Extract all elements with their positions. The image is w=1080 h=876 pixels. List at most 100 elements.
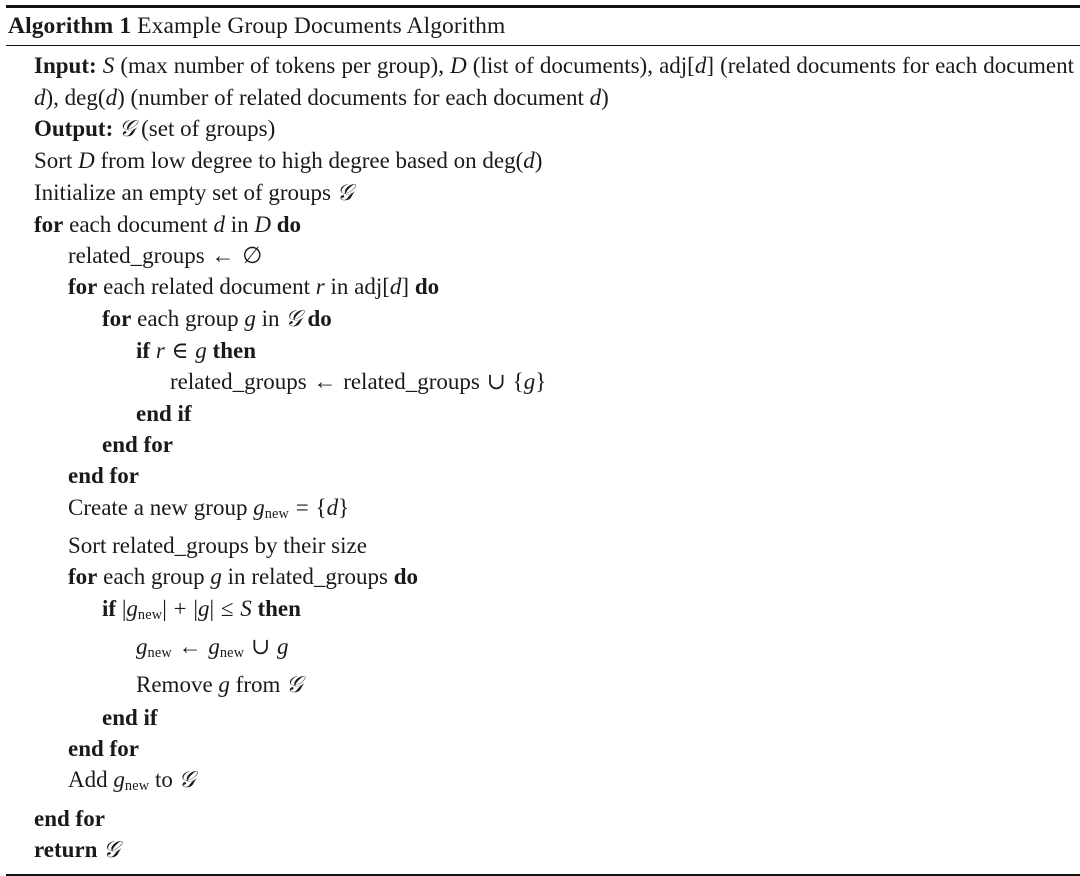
for-doc-text: each document: [69, 211, 208, 237]
in-word-2: in: [330, 274, 349, 300]
var-D-sort: D: [78, 148, 95, 174]
input-label: Input:: [34, 53, 97, 79]
kw-end-if-1: end if: [136, 400, 192, 426]
line-end-if-1: end if: [136, 398, 1076, 429]
kw-end-for-1: end for: [102, 431, 173, 457]
kw-for-2: for: [68, 274, 98, 300]
to-word: to: [154, 767, 173, 793]
ident-deg-2: deg: [482, 148, 516, 174]
ident-related-groups-4: related_groups: [251, 564, 388, 590]
line-sort-d: Sort D from low degree to high degree ba…: [34, 148, 543, 174]
var-G-return: 𝒢: [103, 837, 120, 864]
sym-in: ∈: [171, 338, 189, 364]
line-end-for-related-groups: end for: [68, 733, 1076, 764]
sub-new-3: new: [147, 645, 172, 662]
ident-related-groups-1: related_groups: [68, 243, 205, 269]
line-if-size-leq-S: if |gnew| + |g| ≤ S then: [102, 595, 301, 623]
kw-then-2: then: [257, 595, 301, 621]
sym-leq: ≤: [220, 595, 234, 621]
ident-adj: adj: [659, 53, 688, 79]
algorithm-body: Input: S (max number of tokens per group…: [4, 46, 1076, 870]
var-d-deg: d: [105, 84, 118, 110]
add-text: Add: [68, 767, 108, 793]
sym-emptyset: ∅: [242, 243, 263, 269]
line-add-gnew: Add gnew to 𝒢: [68, 764, 1076, 802]
sym-gets-2: ←: [313, 369, 337, 395]
line-create-new-group: Create a new group gnew = {d}: [68, 494, 350, 522]
line-output: Output: 𝒢 (set of groups): [34, 113, 1076, 145]
output-label: Output:: [34, 115, 114, 141]
kw-for-4: for: [68, 564, 98, 590]
var-g-loop-2: g: [210, 564, 222, 590]
in-word-1: in: [230, 211, 249, 237]
line-end-for-group: end for: [102, 429, 1076, 460]
sub-new-2: new: [137, 606, 163, 623]
var-g-new-3: g: [136, 633, 148, 659]
var-d-sort: d: [523, 148, 535, 174]
kw-for-3: for: [102, 305, 132, 331]
in-word-4: in: [227, 564, 246, 590]
kw-if-2: if: [102, 595, 117, 621]
kw-for-1: for: [34, 211, 64, 237]
sub-new-4: new: [219, 645, 245, 662]
sort-d-text: from low degree to high degree based on: [100, 148, 477, 174]
line-if-r-in-g: if r ∈ g then: [136, 335, 1076, 366]
in-word-3: in: [261, 305, 280, 331]
var-r-loop: r: [315, 274, 325, 300]
kw-do-3: do: [307, 305, 332, 331]
for-rel-text: each related document: [103, 274, 311, 300]
var-g-loop-1: g: [244, 305, 256, 331]
var-G-remove: 𝒢: [286, 672, 303, 699]
var-S: S: [102, 53, 115, 79]
var-G-init: 𝒢: [336, 179, 354, 206]
line-end-for-document: end for: [34, 803, 1076, 834]
var-g-size: g: [197, 595, 210, 621]
ident-related-groups-3: related_groups: [343, 369, 480, 395]
sub-new-5: new: [124, 778, 150, 795]
caption-title: Example Group Documents Algorithm: [137, 13, 506, 39]
sym-gets-1: ←: [211, 243, 235, 269]
var-g-new-2: g: [126, 595, 138, 621]
init-text: Initialize an empty set of groups: [34, 179, 332, 205]
input-text-3: (related documents for each document: [720, 53, 1074, 79]
ident-adj-2: adj: [354, 274, 383, 300]
var-G-output: 𝒢: [119, 115, 136, 142]
caption-keyword: Algorithm: [8, 13, 114, 39]
sym-cup-1: ∪: [486, 369, 506, 395]
var-D: D: [450, 53, 467, 79]
line-related-groups-empty: related_groups ← ∅: [68, 240, 1076, 271]
ident-related-groups-2: related_groups: [170, 369, 307, 395]
var-r-member: r: [155, 338, 165, 364]
var-d-1: d: [34, 84, 46, 110]
var-d-loop: d: [213, 211, 225, 237]
var-g-remove: g: [218, 672, 230, 698]
var-G-add: 𝒢: [178, 767, 195, 794]
line-return-G: return 𝒢: [34, 834, 1076, 866]
sym-gets-3: ←: [178, 633, 202, 659]
sub-new-1: new: [264, 505, 290, 522]
line-init-groups: Initialize an empty set of groups 𝒢: [34, 177, 1076, 209]
sym-cup-2: ∪: [250, 633, 271, 659]
create-text: Create a new group: [68, 494, 248, 520]
kw-end-for-4: end for: [34, 805, 105, 831]
var-d-adj: d: [694, 53, 707, 79]
for-group-text-2: each group: [103, 564, 205, 590]
line-end-for-related-document: end for: [68, 460, 1076, 491]
var-g-new-5: g: [113, 767, 125, 793]
var-d-adj-2: d: [389, 274, 402, 300]
kw-end-for-3: end for: [68, 736, 139, 761]
var-G-loop: 𝒢: [285, 305, 302, 332]
var-d-new: d: [326, 494, 339, 520]
var-S-cond: S: [240, 595, 252, 621]
sort-related-text: Sort related_groups by their size: [68, 532, 367, 558]
kw-do-4: do: [393, 564, 419, 590]
for-group-text-1: each group: [137, 305, 239, 331]
line-for-document: for each document d in D do: [34, 209, 1076, 240]
var-g-union: g: [523, 369, 536, 395]
input-text-4: (number of related documents for each do…: [130, 84, 584, 110]
kw-if-1: if: [136, 338, 151, 364]
var-D-loop: D: [254, 211, 271, 237]
line-related-groups-union: related_groups ← related_groups ∪ {g}: [170, 369, 547, 395]
kw-do-1: do: [276, 211, 302, 237]
remove-text: Remove: [136, 672, 213, 698]
